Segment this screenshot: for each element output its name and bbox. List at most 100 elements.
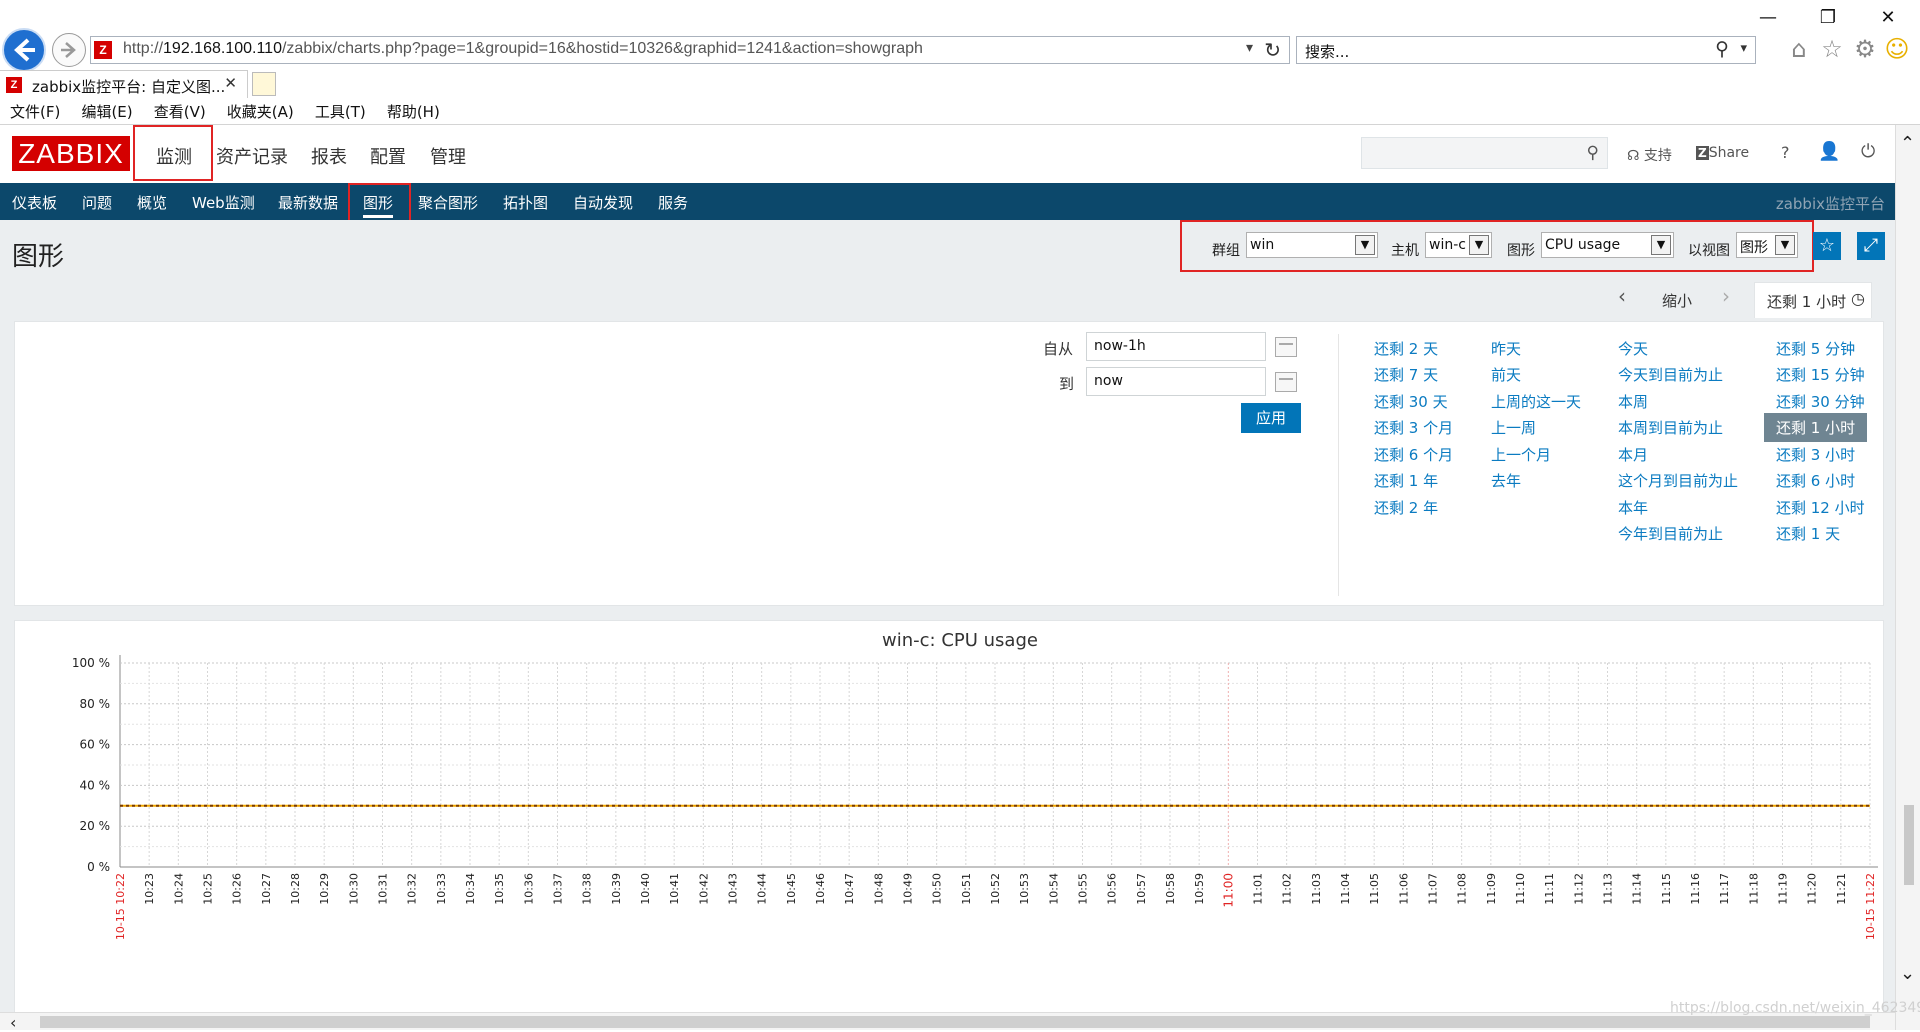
quick-range[interactable]: 今天	[1618, 338, 1648, 359]
support-link[interactable]: ☊ 支持	[1627, 145, 1672, 165]
quick-range[interactable]: 前天	[1491, 364, 1521, 385]
menu-edit[interactable]: 编辑(E)	[81, 100, 132, 124]
quick-range[interactable]: 还剩 30 天	[1374, 391, 1448, 412]
quick-range[interactable]: 去年	[1491, 470, 1521, 491]
quick-range[interactable]: 上一周	[1491, 417, 1536, 438]
time-range-tab[interactable]: 还剩 1 小时 ◷	[1754, 282, 1872, 318]
quick-range[interactable]: 还剩 6 个月	[1374, 444, 1453, 465]
quick-range[interactable]: 本年	[1618, 497, 1648, 518]
share-link[interactable]: Z Share	[1696, 145, 1749, 161]
forward-button[interactable]	[52, 33, 86, 67]
quick-range[interactable]: 还剩 7 天	[1374, 364, 1438, 385]
quick-range[interactable]: 还剩 30 分钟	[1776, 391, 1865, 412]
group-select[interactable]: win ▼	[1246, 232, 1378, 258]
quick-range[interactable]: 还剩 3 小时	[1776, 444, 1855, 465]
quick-range[interactable]: 还剩 12 小时	[1776, 497, 1865, 518]
add-to-favorites-button[interactable]: ☆	[1813, 232, 1841, 260]
global-search-input[interactable]: ⚲	[1361, 137, 1608, 169]
scroll-thumb[interactable]	[40, 1016, 1870, 1028]
back-button[interactable]	[2, 28, 46, 72]
quick-range[interactable]: 还剩 2 天	[1374, 338, 1438, 359]
quick-range[interactable]: 还剩 2 年	[1374, 497, 1438, 518]
quick-range[interactable]: 今天到目前为止	[1618, 364, 1723, 385]
quick-range[interactable]: 今年到目前为止	[1618, 523, 1723, 544]
quick-range[interactable]: 还剩 6 小时	[1776, 470, 1855, 491]
help-link[interactable]: ?	[1781, 143, 1790, 162]
view-select[interactable]: 图形 ▼	[1736, 232, 1798, 258]
fullscreen-button[interactable]: ⤢	[1857, 232, 1885, 260]
nav-reports[interactable]: 报表	[311, 143, 347, 169]
chevron-right-icon[interactable]: ›	[1722, 284, 1730, 308]
scroll-thumb[interactable]	[1904, 805, 1914, 885]
quick-range[interactable]: 还剩 1 天	[1776, 523, 1840, 544]
search-icon[interactable]: ⚲	[1587, 143, 1599, 163]
menu-help[interactable]: 帮助(H)	[387, 100, 440, 124]
address-bar[interactable]: Z http://192.168.100.110/zabbix/charts.p…	[90, 36, 1290, 64]
quick-range[interactable]: 还剩 1 年	[1374, 470, 1438, 491]
restore-button[interactable]: ❐	[1808, 4, 1848, 32]
nav-configuration[interactable]: 配置	[370, 143, 406, 169]
calendar-icon[interactable]	[1275, 372, 1297, 392]
favorites-star-icon[interactable]: ☆	[1817, 34, 1847, 64]
quick-range-selected[interactable]: 还剩 1 小时	[1764, 413, 1868, 442]
user-profile-icon[interactable]: 👤	[1818, 141, 1840, 162]
subnav-problems[interactable]: 问题	[82, 192, 112, 213]
cpu-usage-graph[interactable]: win-c: CPU usage 0 % 20 % 40 % 60 % 80 % 100 …	[15, 621, 1885, 1031]
browser-tab[interactable]: Z zabbix监控平台: 自定义图... ✕	[0, 70, 248, 98]
x-tick-label: 10:40	[639, 873, 652, 905]
smiley-feedback-icon[interactable]: ☺	[1882, 34, 1912, 64]
quick-range[interactable]: 本周	[1618, 391, 1648, 412]
chevron-left-icon[interactable]: ‹	[1618, 284, 1626, 308]
quick-range[interactable]: 本周到目前为止	[1618, 417, 1723, 438]
subnav-services[interactable]: 服务	[658, 192, 688, 213]
close-window-button[interactable]: ✕	[1868, 4, 1908, 32]
quick-range[interactable]: 上周的这一天	[1491, 391, 1581, 412]
subnav-screens[interactable]: 聚合图形	[418, 192, 478, 213]
scroll-down-icon[interactable]: ⌄	[1900, 963, 1915, 984]
subnav-maps[interactable]: 拓扑图	[503, 192, 548, 213]
subnav-latest-data[interactable]: 最新数据	[278, 192, 338, 213]
apply-button[interactable]: 应用	[1241, 403, 1301, 433]
search-dropdown-icon[interactable]: ▾	[1740, 41, 1747, 56]
minimize-button[interactable]: —	[1748, 4, 1788, 32]
subnav-web[interactable]: Web监测	[192, 192, 255, 213]
browser-search-box[interactable]: 搜索... ⚲ ▾	[1296, 36, 1756, 64]
menu-favorites[interactable]: 收藏夹(A)	[227, 100, 294, 124]
nav-inventory[interactable]: 资产记录	[216, 143, 288, 169]
x-tick-label: 11:16	[1689, 873, 1702, 905]
scroll-left-icon[interactable]: ‹	[10, 1013, 16, 1032]
horizontal-scrollbar[interactable]: ‹	[0, 1012, 1895, 1032]
new-tab-button[interactable]	[252, 72, 276, 96]
sign-out-icon[interactable]: ⏻	[1861, 141, 1875, 162]
menu-tools[interactable]: 工具(T)	[315, 100, 366, 124]
quick-range[interactable]: 还剩 5 分钟	[1776, 338, 1855, 359]
quick-range[interactable]: 本月	[1618, 444, 1648, 465]
refresh-icon[interactable]: ↻	[1264, 38, 1281, 62]
graph-panel: win-c: CPU usage 0 % 20 % 40 % 60 % 80 % 100 …	[14, 620, 1884, 1030]
zabbix-logo[interactable]: ZABBIX	[12, 136, 130, 171]
quick-range[interactable]: 上一个月	[1491, 444, 1551, 465]
to-input[interactable]: now	[1086, 367, 1266, 396]
subnav-discovery[interactable]: 自动发现	[573, 192, 633, 213]
scroll-up-icon[interactable]: ⌃	[1900, 133, 1915, 154]
quick-range[interactable]: 还剩 15 分钟	[1776, 364, 1865, 385]
search-icon[interactable]: ⚲	[1715, 38, 1729, 60]
menu-file[interactable]: 文件(F)	[10, 100, 60, 124]
vertical-scrollbar[interactable]: ⌃ ⌄	[1895, 125, 1920, 1030]
close-tab-icon[interactable]: ✕	[224, 74, 237, 92]
nav-administration[interactable]: 管理	[430, 143, 466, 169]
zoom-out-button[interactable]: 缩小	[1662, 290, 1692, 311]
subnav-dashboard[interactable]: 仪表板	[12, 192, 57, 213]
calendar-icon[interactable]	[1275, 337, 1297, 357]
menu-view[interactable]: 查看(V)	[154, 100, 206, 124]
subnav-overview[interactable]: 概览	[137, 192, 167, 213]
graph-select[interactable]: CPU usage ▼	[1541, 232, 1674, 258]
home-icon[interactable]: ⌂	[1784, 34, 1814, 64]
quick-range[interactable]: 这个月到目前为止	[1618, 470, 1738, 491]
quick-range[interactable]: 还剩 3 个月	[1374, 417, 1453, 438]
quick-range[interactable]: 昨天	[1491, 338, 1521, 359]
host-select[interactable]: win-c ▼	[1425, 232, 1492, 258]
from-input[interactable]: now-1h	[1086, 332, 1266, 361]
settings-gear-icon[interactable]: ⚙	[1850, 34, 1880, 64]
address-dropdown-icon[interactable]: ▾	[1246, 40, 1253, 56]
